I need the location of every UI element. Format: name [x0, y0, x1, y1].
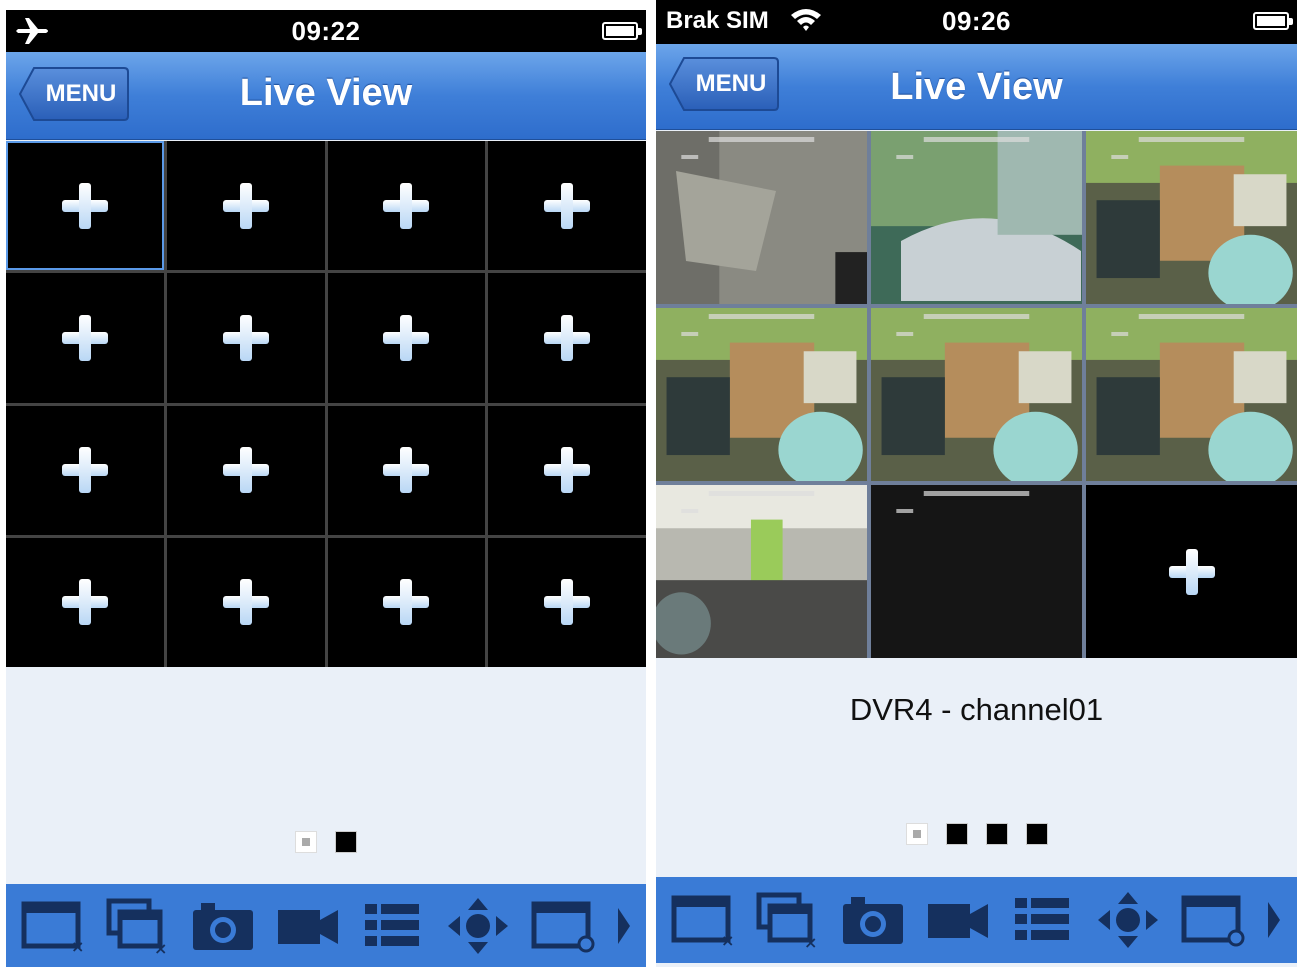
camera-slot[interactable] [6, 405, 164, 535]
camera-feed[interactable] [1086, 131, 1297, 304]
plus-icon [544, 182, 591, 229]
camera-feed[interactable] [871, 308, 1082, 481]
plus-icon [544, 579, 591, 626]
camera-feed-image [871, 485, 1082, 658]
plus-icon [222, 447, 269, 494]
battery-icon [1253, 12, 1293, 30]
plus-icon [61, 314, 108, 361]
status-bar: Brak SIM 09:26 [656, 0, 1297, 44]
left-phone-screen: 09:22 MENU Live View × × [6, 10, 646, 967]
camera-slot[interactable] [327, 141, 486, 271]
camera-feed[interactable] [656, 485, 867, 658]
close-all-windows-icon[interactable]: × [755, 889, 821, 951]
list-icon[interactable] [1010, 889, 1076, 951]
camera-slot[interactable] [327, 537, 486, 667]
record-video-icon[interactable] [925, 889, 991, 951]
camera-slot[interactable] [327, 405, 486, 535]
camera-feed-image [656, 485, 867, 658]
close-all-windows-icon[interactable]: × [105, 895, 171, 957]
camera-slot[interactable] [166, 405, 325, 535]
camera-feed-image [656, 131, 867, 304]
camera-slot[interactable] [166, 537, 325, 667]
camera-slot[interactable] [488, 273, 646, 403]
camera-feed-image [871, 308, 1082, 481]
plus-icon [222, 579, 269, 626]
plus-icon [383, 447, 430, 494]
plus-icon [544, 314, 591, 361]
battery-icon [602, 22, 642, 40]
svg-text:×: × [721, 931, 734, 948]
page-dot[interactable] [336, 832, 356, 852]
right-phone-screen: Brak SIM 09:26 MENU Live View DVR4 - cha… [656, 0, 1297, 967]
window-playback-icon[interactable] [1180, 889, 1246, 951]
snapshot-camera-icon[interactable] [190, 895, 256, 957]
camera-slot[interactable] [166, 273, 325, 403]
status-time: 09:22 [291, 16, 361, 46]
camera-feed[interactable] [871, 131, 1082, 304]
page-indicator[interactable] [656, 824, 1297, 844]
camera-slot[interactable] [166, 141, 325, 271]
plus-icon [383, 314, 430, 361]
camera-feed-image [871, 131, 1082, 304]
page-dot[interactable] [1026, 824, 1047, 844]
window-playback-icon[interactable] [530, 895, 596, 957]
bottom-toolbar: × × [6, 884, 646, 967]
camera-grid [656, 131, 1297, 658]
camera-feed-image [1086, 131, 1297, 304]
plus-icon [383, 182, 430, 229]
camera-feed[interactable] [656, 308, 867, 481]
plus-icon [222, 314, 269, 361]
plus-icon [61, 579, 108, 626]
plus-icon [222, 182, 269, 229]
plus-icon [61, 447, 108, 494]
navigation-bar: MENU Live View [6, 52, 646, 140]
page-indicator[interactable] [6, 832, 646, 852]
bottom-toolbar: × × [656, 877, 1297, 963]
camera-feed-image [1086, 308, 1297, 481]
camera-slot[interactable] [488, 405, 646, 535]
camera-slot[interactable] [1086, 485, 1297, 658]
plus-icon [544, 447, 591, 494]
close-window-icon[interactable]: × [20, 895, 86, 957]
page-dot[interactable] [946, 824, 967, 844]
plus-icon [1168, 548, 1215, 595]
camera-slot[interactable] [327, 273, 486, 403]
plus-icon [383, 579, 430, 626]
close-window-icon[interactable]: × [670, 889, 736, 951]
page-dot[interactable] [906, 824, 927, 844]
status-time: 09:26 [942, 6, 1011, 36]
channel-label: DVR4 - channel01 [849, 692, 1104, 727]
more-arrow-icon[interactable] [615, 895, 633, 957]
page-dot[interactable] [986, 824, 1007, 844]
ptz-control-icon[interactable] [445, 895, 511, 957]
more-arrow-icon[interactable] [1265, 889, 1283, 951]
svg-text:×: × [804, 933, 817, 948]
ptz-control-icon[interactable] [1095, 889, 1161, 951]
svg-text:×: × [154, 939, 167, 954]
camera-slot[interactable] [6, 141, 164, 271]
list-icon[interactable] [360, 895, 426, 957]
plus-icon [61, 182, 108, 229]
camera-slot[interactable] [488, 141, 646, 271]
navigation-bar: MENU Live View [656, 44, 1297, 130]
camera-slot[interactable] [6, 273, 164, 403]
page-dot[interactable] [296, 832, 316, 852]
camera-slot[interactable] [488, 537, 646, 667]
snapshot-camera-icon[interactable] [840, 889, 906, 951]
page-title: Live View [890, 66, 1063, 108]
record-video-icon[interactable] [275, 895, 341, 957]
svg-text:×: × [71, 937, 84, 954]
page-title: Live View [239, 72, 413, 114]
camera-feed[interactable] [656, 131, 867, 304]
camera-slot[interactable] [6, 537, 164, 667]
camera-grid [6, 141, 646, 667]
camera-feed[interactable] [871, 485, 1082, 658]
camera-feed[interactable] [1086, 308, 1297, 481]
status-bar: 09:22 [6, 10, 646, 52]
camera-feed-image [656, 308, 867, 481]
